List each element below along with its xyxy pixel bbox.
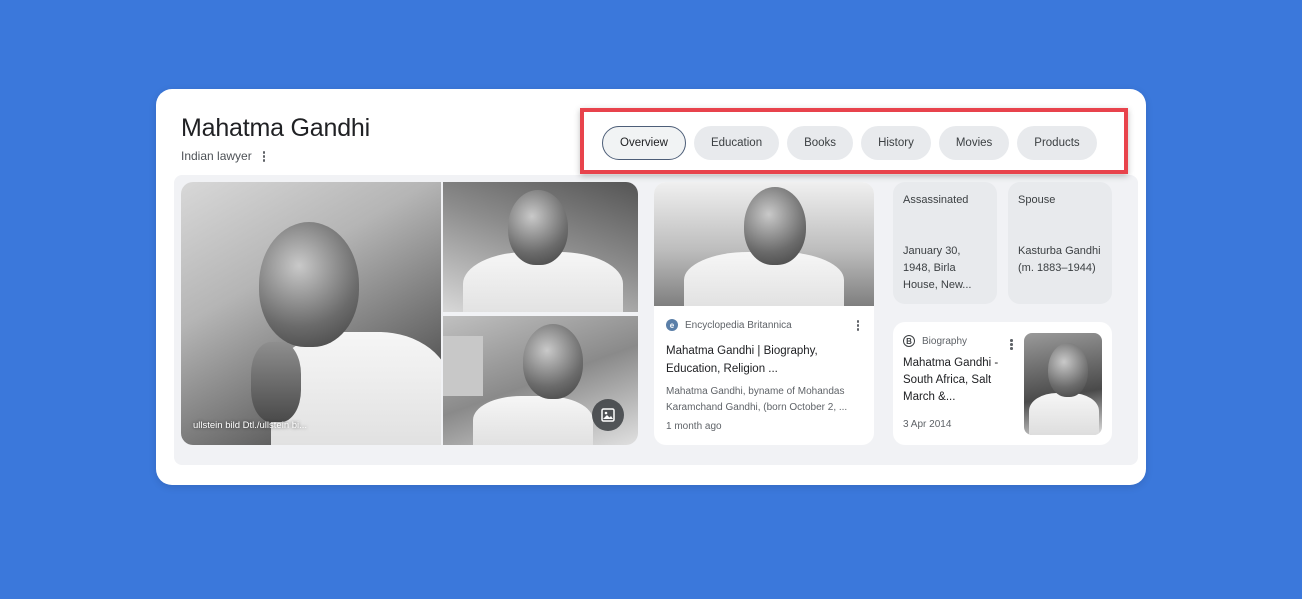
fact-value: Kasturba Gandhi (m. 1883–1944) <box>1018 245 1101 274</box>
fact-card-assassinated[interactable]: Assassinated January 30, 1948, Birla Hou… <box>893 182 997 304</box>
fact-label: Spouse <box>1018 194 1056 206</box>
tab-overview[interactable]: Overview <box>602 126 686 160</box>
britannica-icon: e <box>666 319 678 332</box>
britannica-thumbnail <box>654 182 874 306</box>
fact-card-spouse[interactable]: Spouse Kasturba Gandhi (m. 1883–1944) <box>1008 182 1112 304</box>
result-snippet: Mahatma Gandhi, byname of Mohandas Karam… <box>666 385 848 413</box>
knowledge-panel: Mahatma Gandhi Indian lawyer Overview Ed… <box>156 89 1146 485</box>
result-date: 3 Apr 2014 <box>903 419 952 430</box>
photo-subject-face <box>744 187 806 265</box>
result-source-name: Encyclopedia Britannica <box>685 319 792 331</box>
main-photo[interactable]: ullstein bild Dtl./ullstein bi... <box>181 182 441 445</box>
fact-value: January 30, 1948, Birla House, New... <box>903 245 972 291</box>
image-gallery-icon[interactable] <box>592 399 624 431</box>
photo-subject-robe <box>473 396 593 445</box>
tab-education[interactable]: Education <box>693 126 780 160</box>
more-vert-icon[interactable] <box>260 149 269 164</box>
result-date: 1 month ago <box>666 421 722 432</box>
biography-thumbnail <box>1024 333 1102 435</box>
tab-products[interactable]: Products <box>1017 126 1097 160</box>
photo-subject-face <box>508 190 568 265</box>
topic-tabs: Overview Education Books History Movies … <box>602 126 1097 160</box>
tab-books[interactable]: Books <box>787 126 854 160</box>
entity-subtitle: Indian lawyer <box>181 149 268 164</box>
photo-portrait-bottom[interactable] <box>443 316 638 445</box>
photo-credit: ullstein bild Dtl./ullstein bi... <box>193 420 308 431</box>
photo-subject-robe <box>1029 393 1099 435</box>
tab-movies[interactable]: Movies <box>938 126 1010 160</box>
photo-subject-face <box>1048 343 1088 397</box>
entity-description: Indian lawyer <box>181 149 252 164</box>
biography-result-card[interactable]: B Biography Mahatma Gandhi - South Afric… <box>893 322 1112 445</box>
result-title[interactable]: Mahatma Gandhi - South Africa, Salt Marc… <box>903 355 1018 406</box>
more-vert-icon[interactable] <box>1007 337 1016 352</box>
entity-title: Mahatma Gandhi <box>181 114 370 142</box>
fact-label: Assassinated <box>903 194 969 206</box>
photo-subject-face <box>523 324 583 399</box>
photo-subject-hands <box>251 342 301 422</box>
result-source-name: Biography <box>922 335 968 347</box>
britannica-result-card[interactable]: e Encyclopedia Britannica Mahatma Gandhi… <box>654 182 874 445</box>
tab-history[interactable]: History <box>861 126 931 160</box>
biography-icon: B <box>903 335 915 347</box>
result-source: B Biography <box>903 335 1018 347</box>
photo-background-wall <box>443 336 483 396</box>
more-vert-icon[interactable] <box>854 318 863 333</box>
result-title[interactable]: Mahatma Gandhi | Biography, Education, R… <box>666 342 862 378</box>
result-source: e Encyclopedia Britannica <box>666 318 862 333</box>
photo-subject-face <box>259 222 359 347</box>
photo-portrait-top[interactable] <box>443 182 638 312</box>
